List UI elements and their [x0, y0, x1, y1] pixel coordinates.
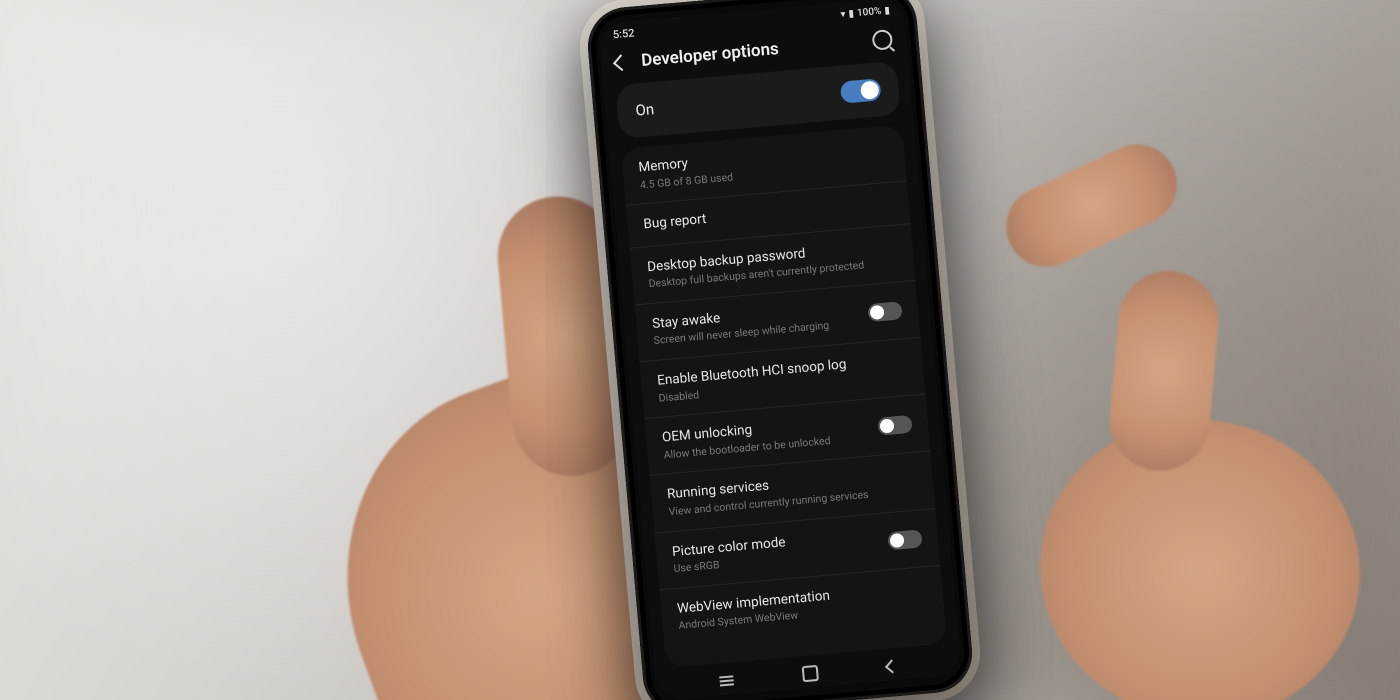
- row-text: Stay awake Screen will never sleep while…: [652, 298, 860, 348]
- row-text: Picture color mode Use sRGB: [671, 526, 879, 576]
- status-time: 5:52: [612, 27, 635, 42]
- nav-back-icon[interactable]: [885, 659, 899, 673]
- nav-recents-icon[interactable]: [720, 675, 735, 686]
- master-toggle-label: On: [635, 100, 655, 120]
- photo-scene: 5:52 ▾ ▮ 100% ▮ Developer options On: [0, 0, 1400, 700]
- settings-list: Memory 4.5 GB of 8 GB used Bug report De…: [621, 125, 947, 669]
- battery-text: 100%: [857, 6, 882, 19]
- toggle-knob: [860, 80, 880, 100]
- phone-screen: 5:52 ▾ ▮ 100% ▮ Developer options On: [598, 0, 962, 700]
- row-text: OEM unlocking Allow the bootloader to be…: [662, 412, 870, 462]
- toggle-knob: [879, 419, 894, 434]
- phone-body: 5:52 ▾ ▮ 100% ▮ Developer options On: [585, 0, 976, 700]
- battery-icon: ▮: [884, 5, 890, 16]
- oem-unlocking-toggle[interactable]: [877, 415, 912, 436]
- page-title: Developer options: [640, 32, 859, 71]
- row-text: Enable Bluetooth HCI snoop log Disabled: [657, 351, 909, 405]
- wifi-icon: ▾: [840, 9, 846, 20]
- row-text: Running services View and control curren…: [666, 465, 918, 519]
- back-icon[interactable]: [613, 54, 630, 71]
- stay-awake-toggle[interactable]: [867, 301, 902, 322]
- master-toggle-switch[interactable]: [840, 78, 882, 103]
- search-icon[interactable]: [872, 29, 894, 51]
- row-text: Desktop backup password Desktop full bac…: [647, 237, 899, 291]
- phone-device: 5:52 ▾ ▮ 100% ▮ Developer options On: [585, 0, 976, 700]
- status-right: ▾ ▮ 100% ▮: [840, 5, 890, 20]
- row-text: WebView implementation Android System We…: [676, 579, 928, 633]
- toggle-knob: [889, 533, 904, 548]
- row-text: Memory 4.5 GB of 8 GB used: [638, 138, 890, 192]
- nav-home-icon[interactable]: [802, 665, 819, 682]
- toggle-knob: [870, 305, 885, 320]
- signal-icon: ▮: [848, 8, 854, 19]
- picture-color-mode-toggle[interactable]: [887, 529, 922, 550]
